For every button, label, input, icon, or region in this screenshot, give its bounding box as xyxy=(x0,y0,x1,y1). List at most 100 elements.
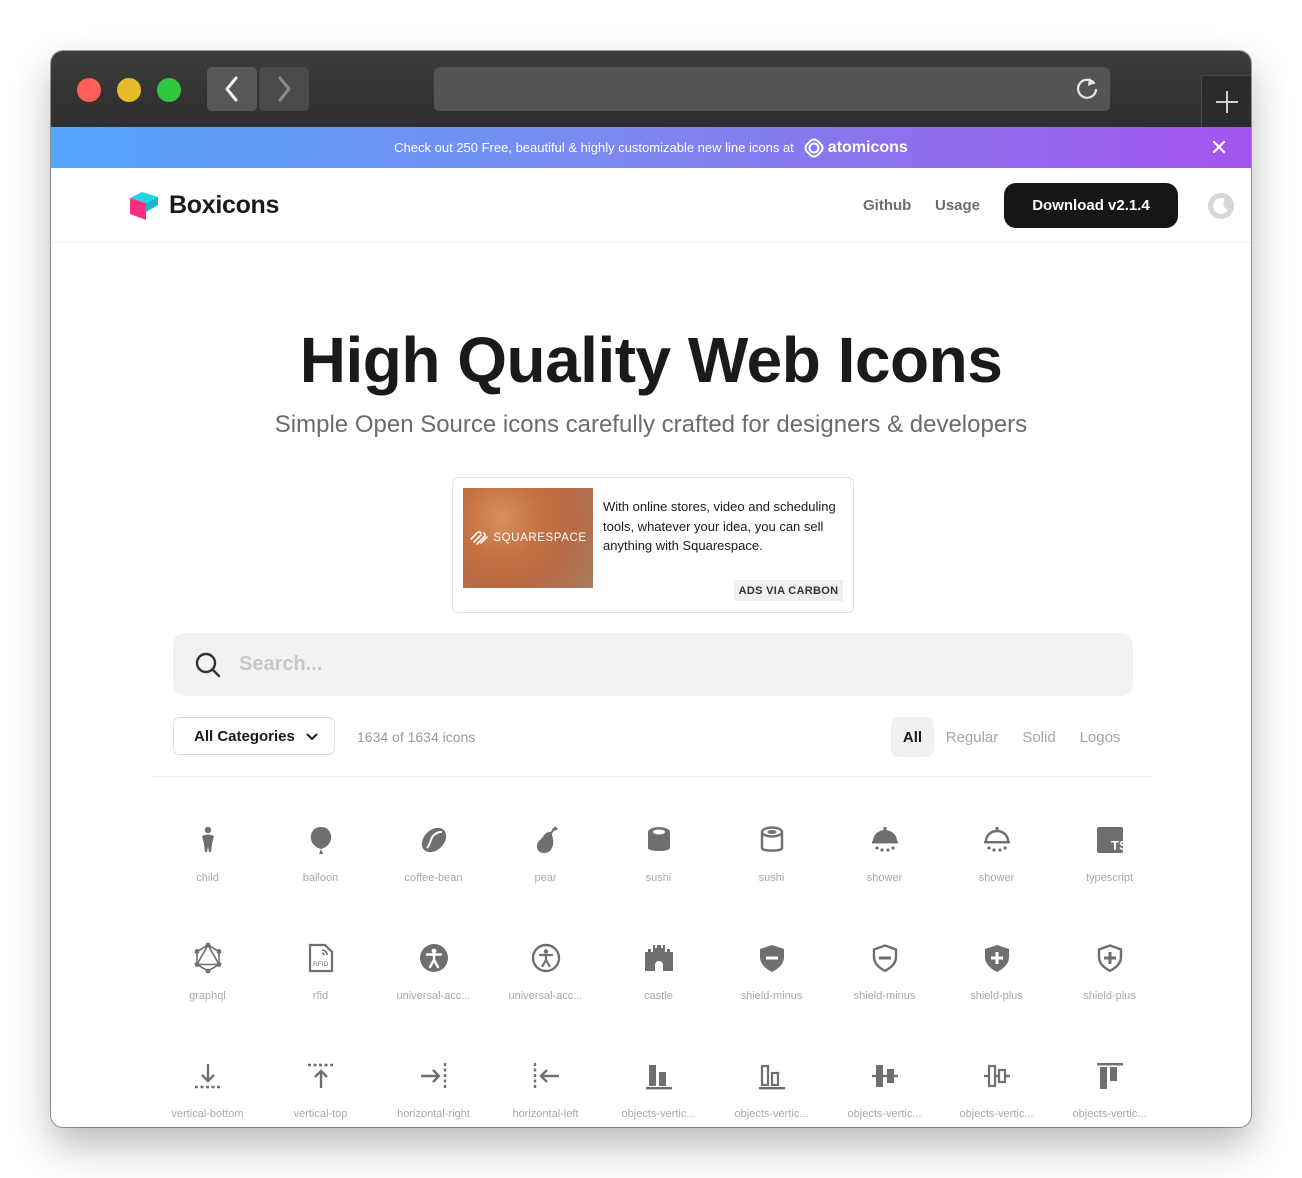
objects-vertical-center-solid-icon xyxy=(872,1065,898,1087)
search-box xyxy=(173,633,1133,696)
horizontal-left-icon xyxy=(533,1063,559,1089)
icon-card[interactable]: coffee-bean xyxy=(377,816,490,934)
icon-card[interactable]: universal-acc... xyxy=(377,934,490,1052)
maximize-window-button[interactable] xyxy=(157,78,181,102)
new-tab-button[interactable] xyxy=(1201,75,1251,128)
icon-card[interactable]: shield-plus xyxy=(940,934,1053,1052)
icon-label: graphql xyxy=(189,990,226,1002)
icon-card[interactable]: objects-vertic... xyxy=(602,1052,715,1127)
back-button[interactable] xyxy=(207,67,257,111)
page-title: High Quality Web Icons xyxy=(299,324,1003,396)
svg-text:RFID: RFID xyxy=(313,961,328,968)
icon-card[interactable]: shower xyxy=(828,816,941,934)
forward-button[interactable] xyxy=(259,67,309,111)
search-icon xyxy=(195,652,221,678)
icon-count: 1634 of 1634 icons xyxy=(357,729,476,745)
icon-card[interactable]: shield-plus xyxy=(1053,934,1166,1052)
close-window-button[interactable] xyxy=(77,78,101,102)
moon-icon xyxy=(1213,197,1228,214)
icon-card[interactable]: universal-acc... xyxy=(489,934,602,1052)
icon-card[interactable]: objects-vertic... xyxy=(828,1052,941,1127)
icon-card[interactable]: objects-vertic... xyxy=(1053,1052,1166,1127)
icon-card[interactable]: child xyxy=(151,816,264,934)
icon-card[interactable]: horizontal-right xyxy=(377,1052,490,1127)
carbon-ad[interactable]: SQUARESPACE With online stores, video an… xyxy=(452,477,854,613)
shield-minus-regular-icon xyxy=(872,944,898,973)
icon-label: balloon xyxy=(302,872,339,884)
nav-github[interactable]: Github xyxy=(863,197,911,214)
universal-access-solid-icon xyxy=(420,944,448,972)
theme-toggle[interactable] xyxy=(1208,193,1234,219)
ad-image-label: SQUARESPACE xyxy=(493,532,587,544)
ad-image[interactable]: SQUARESPACE xyxy=(463,488,593,588)
browser-titlebar xyxy=(51,51,1251,128)
close-icon[interactable] xyxy=(1209,137,1229,157)
icon-label: objects-vertic... xyxy=(847,1108,922,1120)
icon-card[interactable]: RFID rfid xyxy=(264,934,377,1052)
icon-label: coffee-bean xyxy=(404,872,463,884)
shield-minus-solid-icon xyxy=(760,945,784,972)
browser-window: Check out 250 Free, beautiful & highly c… xyxy=(51,51,1251,1127)
icon-card[interactable]: sushi xyxy=(602,816,715,934)
icon-label: sushi xyxy=(758,872,785,884)
icon-card[interactable]: graphql xyxy=(151,934,264,1052)
site-header: Boxicons Github Usage Download v2.1.4 xyxy=(51,168,1251,243)
typescript-icon: TS xyxy=(1097,827,1126,853)
icon-label: pear xyxy=(534,872,557,884)
download-button[interactable]: Download v2.1.4 xyxy=(1004,183,1178,228)
icon-card[interactable]: shower xyxy=(940,816,1053,934)
icon-card[interactable]: horizontal-left xyxy=(489,1052,602,1127)
address-bar[interactable] xyxy=(434,67,1110,111)
banner-text: Check out 250 Free, beautiful & highly c… xyxy=(394,140,794,155)
icon-card[interactable]: balloon xyxy=(264,816,377,934)
svg-text:TS: TS xyxy=(1111,838,1126,853)
icon-card[interactable]: castle xyxy=(602,934,715,1052)
icon-label: objects-vertic... xyxy=(959,1108,1034,1120)
icon-card[interactable]: pear xyxy=(489,816,602,934)
icon-card[interactable]: vertical-bottom xyxy=(151,1052,264,1127)
icon-label: child xyxy=(196,872,219,884)
search-input[interactable] xyxy=(239,633,1099,696)
category-select[interactable]: All Categories xyxy=(173,717,335,755)
icon-label: typescript xyxy=(1085,872,1134,884)
objects-vertical-bottom-regular-icon xyxy=(759,1064,785,1090)
filter-solid[interactable]: Solid xyxy=(1015,717,1063,757)
icon-card[interactable]: vertical-top xyxy=(264,1052,377,1127)
promo-banner: Check out 250 Free, beautiful & highly c… xyxy=(51,127,1251,168)
icon-card[interactable]: objects-vertic... xyxy=(940,1052,1053,1127)
logo-link[interactable]: Boxicons xyxy=(128,188,279,222)
plus-icon xyxy=(1216,91,1238,113)
ads-via-carbon-tag[interactable]: ADS VIA CARBON xyxy=(734,580,843,601)
boxicons-logo-icon xyxy=(130,192,158,220)
icon-label: shower xyxy=(978,872,1015,884)
ad-text[interactable]: With online stores, video and scheduling… xyxy=(603,497,843,556)
icon-card[interactable]: sushi xyxy=(715,816,828,934)
castle-icon xyxy=(645,945,673,971)
icon-label: objects-vertic... xyxy=(621,1108,696,1120)
shower-solid-icon xyxy=(872,827,898,852)
filter-logos[interactable]: Logos xyxy=(1073,717,1127,757)
icon-label: shield-plus xyxy=(970,990,1023,1002)
icon-card[interactable]: TS typescript xyxy=(1053,816,1166,934)
sushi-regular-icon xyxy=(760,826,784,852)
icon-label: horizontal-right xyxy=(397,1108,470,1120)
icon-card[interactable]: shield-minus xyxy=(715,934,828,1052)
reload-icon[interactable] xyxy=(1074,76,1100,102)
filter-all[interactable]: All xyxy=(891,717,934,757)
icon-label: shower xyxy=(866,872,903,884)
icon-label: universal-acc... xyxy=(508,990,583,1002)
icon-label: vertical-top xyxy=(293,1108,348,1120)
nav-usage[interactable]: Usage xyxy=(935,197,980,214)
chevron-left-icon xyxy=(225,76,238,102)
coffee-bean-icon xyxy=(421,827,447,853)
minimize-window-button[interactable] xyxy=(117,78,141,102)
universal-access-regular-icon xyxy=(531,943,561,973)
filter-regular[interactable]: Regular xyxy=(940,717,1004,757)
brand-name: Boxicons xyxy=(169,190,280,219)
shield-plus-regular-icon xyxy=(1097,944,1123,973)
icon-card[interactable]: objects-vertic... xyxy=(715,1052,828,1127)
atomicons-link[interactable]: atomicons xyxy=(804,137,908,158)
icon-card[interactable]: shield-minus xyxy=(828,934,941,1052)
icon-label: shield-plus xyxy=(1083,990,1136,1002)
icon-label: sushi xyxy=(645,872,672,884)
